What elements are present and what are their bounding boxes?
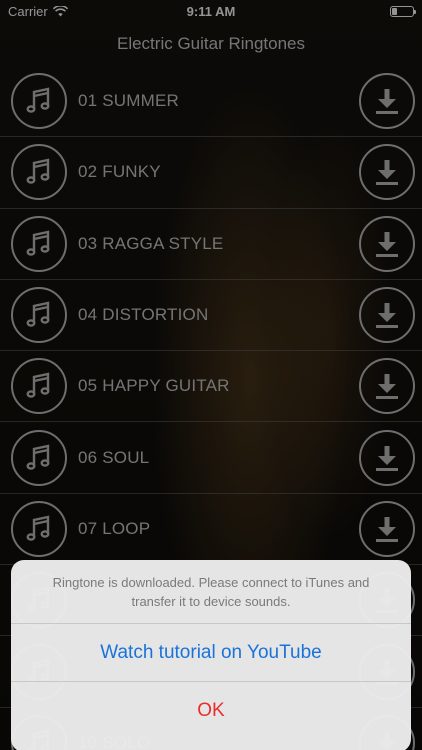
watch-tutorial-button[interactable]: Watch tutorial on YouTube xyxy=(11,624,411,682)
alert-message: Ringtone is downloaded. Please connect t… xyxy=(11,560,411,624)
download-alert: Ringtone is downloaded. Please connect t… xyxy=(11,560,411,750)
ok-button[interactable]: OK xyxy=(11,682,411,740)
